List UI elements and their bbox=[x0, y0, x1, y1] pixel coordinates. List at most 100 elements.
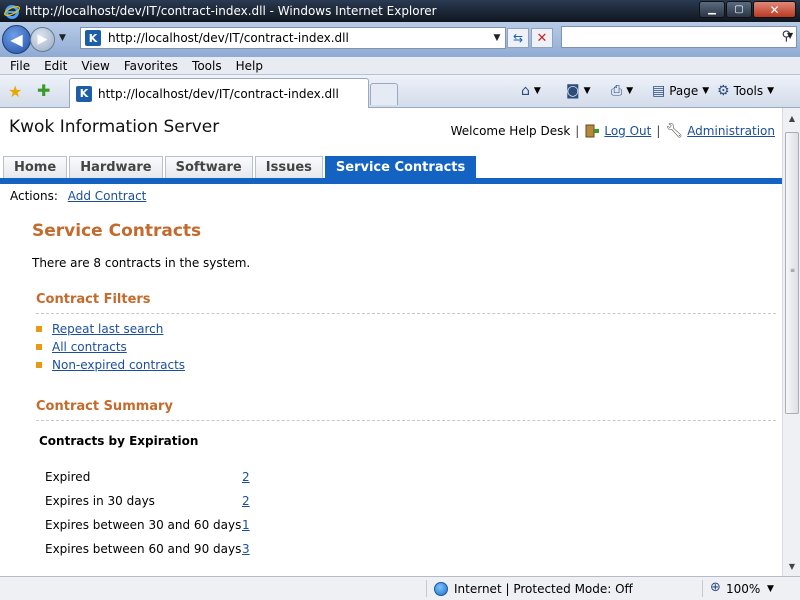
printer-icon: ⎙ bbox=[611, 83, 623, 99]
menu-favorites[interactable]: Favorites bbox=[117, 59, 185, 73]
refresh-icon: ⇆ bbox=[512, 31, 524, 45]
filter-repeat-last-search[interactable]: Repeat last search bbox=[52, 322, 163, 336]
list-item: Non-expired contracts bbox=[36, 356, 185, 374]
row-label: Expires in 30 days bbox=[45, 494, 155, 508]
tab-issues[interactable]: Issues bbox=[254, 156, 323, 178]
site-favicon-icon: K bbox=[85, 30, 101, 46]
chevron-down-icon: ▼ bbox=[767, 86, 775, 96]
actions-label: Actions: bbox=[10, 189, 58, 203]
forward-button[interactable]: ▶ bbox=[30, 27, 55, 52]
nav-underline bbox=[0, 178, 782, 184]
address-bar[interactable]: K http://localhost/dev/IT/contract-index… bbox=[80, 27, 506, 49]
close-button[interactable]: ✕ bbox=[753, 1, 796, 18]
recent-pages-dropdown[interactable]: ▼ bbox=[59, 33, 66, 43]
menu-file[interactable]: File bbox=[0, 59, 37, 73]
filter-non-expired[interactable]: Non-expired contracts bbox=[52, 358, 185, 372]
row-count-link[interactable]: 2 bbox=[242, 470, 250, 484]
menu-tools[interactable]: Tools bbox=[185, 59, 229, 73]
scroll-thumb[interactable]: ≡ bbox=[785, 132, 799, 414]
address-url[interactable]: http://localhost/dev/IT/contract-index.d… bbox=[108, 31, 489, 45]
browser-tab-active[interactable]: K http://localhost/dev/IT/contract-index… bbox=[69, 78, 369, 108]
stop-icon: ✕ bbox=[536, 30, 548, 46]
maximize-button[interactable]: ▢ bbox=[726, 1, 752, 18]
menu-bar: File Edit View Favorites Tools Help bbox=[0, 57, 800, 75]
home-icon: ⌂ bbox=[521, 83, 530, 99]
scroll-down-icon[interactable]: ▼ bbox=[785, 559, 799, 573]
page-menu[interactable]: ▤ Page ▼ bbox=[652, 83, 709, 99]
chevron-down-icon: ▼ bbox=[583, 86, 591, 96]
back-button[interactable]: ◀ bbox=[2, 25, 31, 54]
bullet-icon bbox=[36, 362, 42, 368]
logout-door-icon bbox=[584, 124, 600, 138]
chevron-down-icon: ▼ bbox=[533, 86, 541, 96]
window-title: http://localhost/dev/IT/contract-index.d… bbox=[25, 4, 437, 18]
menu-view[interactable]: View bbox=[74, 59, 116, 73]
row-label: Expired bbox=[45, 470, 91, 484]
address-toolbar: ◀ ▶ ▼ K http://localhost/dev/IT/contract… bbox=[0, 22, 800, 57]
feeds-command[interactable]: ◙ ▼ bbox=[566, 83, 591, 99]
status-divider bbox=[702, 580, 703, 597]
tab-home[interactable]: Home bbox=[3, 156, 68, 178]
refresh-button[interactable]: ⇆ bbox=[507, 28, 529, 48]
new-tab-button[interactable] bbox=[370, 83, 398, 105]
contract-filters-heading: Contract Filters bbox=[36, 292, 776, 314]
arrow-right-icon: ▶ bbox=[37, 32, 48, 47]
chevron-down-icon: ▼ bbox=[702, 86, 710, 96]
zoom-icon[interactable]: ⊕ bbox=[710, 580, 721, 595]
tab-favicon-icon: K bbox=[76, 85, 92, 102]
bullet-icon bbox=[36, 326, 42, 332]
arrow-left-icon: ◀ bbox=[10, 30, 23, 49]
print-command[interactable]: ⎙ ▼ bbox=[611, 83, 633, 99]
tools-menu-label: Tools bbox=[733, 84, 764, 98]
page-title: Service Contracts bbox=[32, 221, 202, 241]
row-count-link[interactable]: 2 bbox=[242, 494, 250, 508]
globe-icon bbox=[434, 582, 448, 596]
tab-service-contracts[interactable]: Service Contracts bbox=[324, 156, 477, 178]
logout-link[interactable]: Log Out bbox=[604, 124, 651, 138]
row-label: Expires between 30 and 60 days bbox=[45, 518, 242, 532]
add-favorite-icon[interactable]: ✚ bbox=[37, 81, 50, 100]
menu-edit[interactable]: Edit bbox=[37, 59, 74, 73]
menu-help[interactable]: Help bbox=[229, 59, 270, 73]
scroll-up-icon[interactable]: ▲ bbox=[785, 111, 799, 125]
add-contract-link[interactable]: Add Contract bbox=[68, 189, 147, 203]
separator: | bbox=[656, 124, 661, 138]
row-count-link[interactable]: 1 bbox=[242, 518, 250, 532]
actions-bar: Actions: Add Contract bbox=[10, 189, 146, 203]
contract-count-text: There are 8 contracts in the system. bbox=[32, 256, 251, 270]
site-title: Kwok Information Server bbox=[9, 117, 220, 137]
search-input[interactable]: ⚲ ▼ bbox=[561, 26, 797, 48]
status-divider bbox=[426, 580, 427, 597]
grip-icon: ≡ bbox=[790, 267, 796, 274]
tab-software[interactable]: Software bbox=[164, 156, 253, 178]
vertical-scrollbar[interactable]: ▲ ≡ ▼ bbox=[782, 108, 800, 576]
tab-hardware[interactable]: Hardware bbox=[69, 156, 163, 178]
home-command[interactable]: ⌂ ▼ bbox=[521, 83, 541, 99]
favorites-center-star-icon[interactable]: ★ bbox=[8, 82, 22, 101]
row-count-link[interactable]: 3 bbox=[242, 542, 250, 556]
minimize-button[interactable]: ▁ bbox=[699, 1, 725, 18]
expiration-subheading: Contracts by Expiration bbox=[39, 434, 199, 448]
user-bar: Welcome Help Desk | Log Out | 🔧︎ Adminis… bbox=[451, 123, 775, 139]
zoom-level[interactable]: 100% bbox=[726, 582, 760, 596]
administration-link[interactable]: Administration bbox=[687, 124, 775, 138]
zoom-dropdown-icon[interactable]: ▼ bbox=[767, 584, 774, 594]
wrench-icon: 🔧︎ bbox=[665, 123, 684, 139]
search-dropdown-icon[interactable]: ▼ bbox=[787, 31, 797, 40]
site-nav-tabs: Home Hardware Software Issues Service Co… bbox=[3, 156, 478, 178]
separator: | bbox=[575, 124, 580, 138]
row-label: Expires between 60 and 90 days bbox=[45, 542, 242, 556]
internet-explorer-icon bbox=[4, 3, 20, 19]
window-title-bar: http://localhost/dev/IT/contract-index.d… bbox=[0, 0, 800, 22]
page-icon: ▤ bbox=[652, 83, 666, 99]
security-zone-text[interactable]: Internet | Protected Mode: Off bbox=[454, 582, 633, 596]
welcome-text: Welcome Help Desk bbox=[450, 124, 571, 138]
tools-menu[interactable]: ⚙ Tools ▼ bbox=[717, 83, 774, 99]
web-page-viewport: Kwok Information Server Welcome Help Des… bbox=[0, 108, 782, 576]
filter-list: Repeat last search All contracts Non-exp… bbox=[36, 320, 185, 374]
filter-all-contracts[interactable]: All contracts bbox=[52, 340, 127, 354]
bullet-icon bbox=[36, 344, 42, 350]
address-dropdown-icon[interactable]: ▼ bbox=[489, 33, 505, 43]
status-bar: Internet | Protected Mode: Off ⊕ 100% ▼ bbox=[0, 576, 800, 600]
stop-button[interactable]: ✕ bbox=[531, 28, 553, 48]
